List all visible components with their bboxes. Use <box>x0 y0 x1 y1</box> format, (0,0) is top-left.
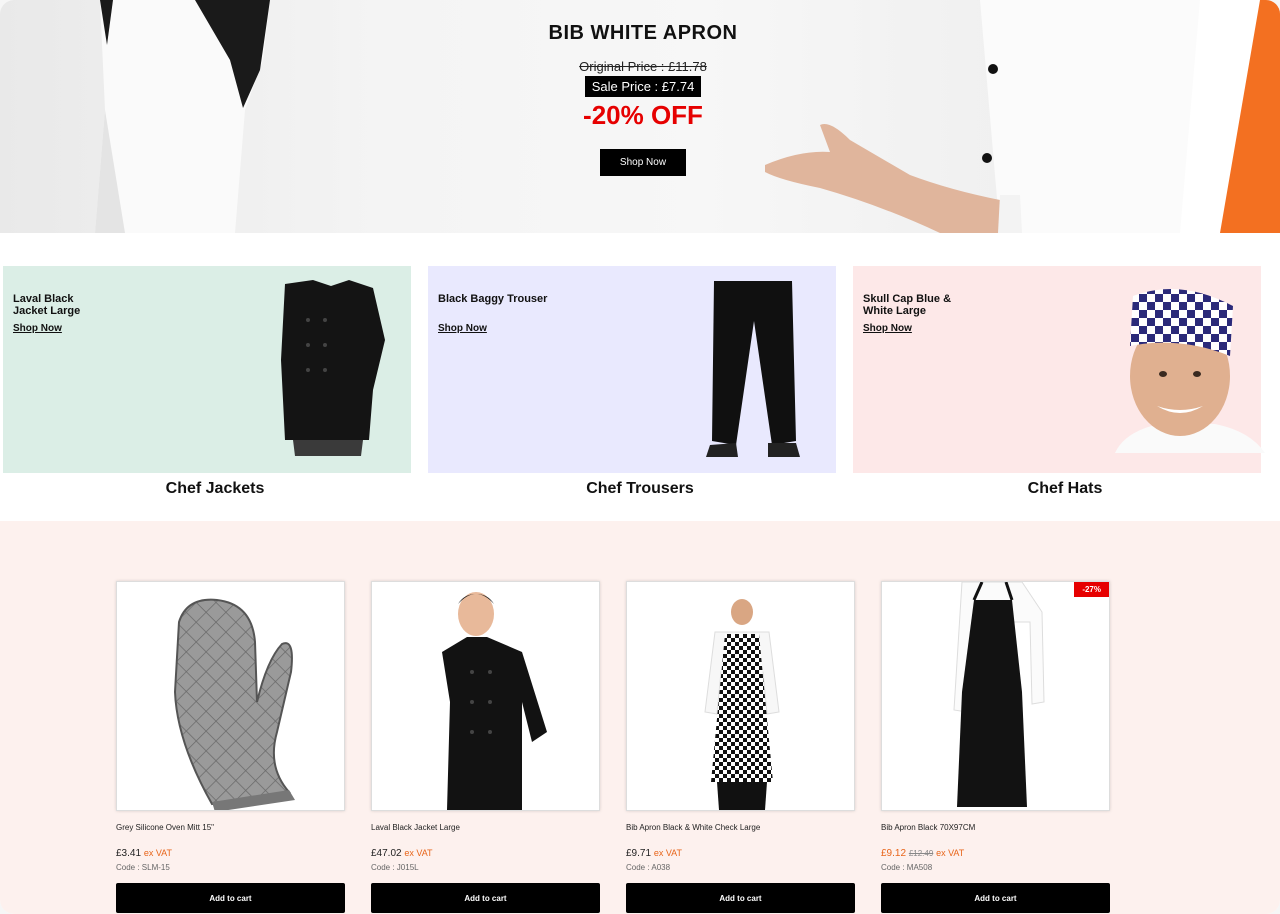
product-price: £47.02 ex VAT <box>371 848 600 859</box>
vat-label: ex VAT <box>143 848 172 858</box>
category-product-name: Skull Cap Blue & White Large <box>863 293 952 317</box>
product-image[interactable]: -27% <box>881 581 1110 811</box>
chef-hat-image <box>1115 288 1265 453</box>
hero-original-price: Original Price : £11.78 <box>579 59 707 74</box>
hero-chef-image <box>765 0 1280 233</box>
category-label-jackets[interactable]: Chef Jackets <box>11 480 419 498</box>
vat-label: ex VAT <box>404 848 433 858</box>
black-apron-model-image <box>953 582 1045 807</box>
add-to-cart-button[interactable]: Add to cart <box>116 883 345 913</box>
chef-jacket-image <box>281 280 385 456</box>
product-card: Grey Silicone Oven Mitt 15" £3.41 ex VAT… <box>116 581 345 913</box>
category-shop-now-link[interactable]: Shop Now <box>863 323 912 334</box>
oven-mitt-image <box>173 598 295 810</box>
category-shop-now-link[interactable]: Shop Now <box>13 323 62 334</box>
product-image[interactable] <box>371 581 600 811</box>
hero-content: BIB WHITE APRON Original Price : £11.78 … <box>540 22 746 176</box>
product-name[interactable]: Grey Silicone Oven Mitt 15" <box>116 823 345 832</box>
product-card: Laval Black Jacket Large £47.02 ex VAT C… <box>371 581 600 913</box>
product-code: Code : J015L <box>371 863 419 872</box>
product-card: -27% Bib Apron Black 70X97CM £9.12 £12.4… <box>881 581 1110 913</box>
product-code: Code : MA508 <box>881 863 933 872</box>
page: BIB WHITE APRON Original Price : £11.78 … <box>0 0 1280 914</box>
product-price: £3.41 ex VAT <box>116 848 345 859</box>
product-name[interactable]: Laval Black Jacket Large <box>371 823 600 832</box>
hero-sale-price: Sale Price : £7.74 <box>584 76 702 97</box>
category-shop-now-link[interactable]: Shop Now <box>438 323 487 334</box>
product-image[interactable] <box>626 581 855 811</box>
category-card-hats[interactable]: Skull Cap Blue & White Large Shop Now <box>853 266 1265 473</box>
product-name[interactable]: Bib Apron Black 70X97CM <box>881 823 1110 832</box>
add-to-cart-button[interactable]: Add to cart <box>881 883 1110 913</box>
product-name[interactable]: Bib Apron Black & White Check Large <box>626 823 855 832</box>
hero-discount: -20% OFF <box>583 100 703 130</box>
category-product-name: Black Baggy Trouser <box>438 293 548 305</box>
vat-label: ex VAT <box>653 848 682 858</box>
old-price: £12.49 <box>908 849 934 858</box>
category-label-hats[interactable]: Chef Hats <box>861 480 1269 498</box>
price-value: £3.41 <box>116 848 142 859</box>
chef-jacket-model-image <box>442 592 547 810</box>
category-product-name: Laval Black Jacket Large <box>13 293 81 317</box>
add-to-cart-button[interactable]: Add to cart <box>626 883 855 913</box>
hero-shop-now-button[interactable]: Shop Now <box>599 149 687 176</box>
price-value: £9.71 <box>626 848 652 859</box>
check-apron-model-image <box>704 599 780 810</box>
hero-title: BIB WHITE APRON <box>548 22 738 44</box>
price-value: £9.12 <box>881 848 907 859</box>
category-card-jackets[interactable]: Laval Black Jacket Large Shop Now <box>3 266 411 473</box>
product-price: £9.12 £12.49 ex VAT <box>881 848 1110 859</box>
price-value: £47.02 <box>371 848 402 859</box>
product-price: £9.71 ex VAT <box>626 848 855 859</box>
product-card: Bib Apron Black & White Check Large £9.7… <box>626 581 855 913</box>
category-label-trousers[interactable]: Chef Trousers <box>436 480 844 498</box>
product-image[interactable] <box>116 581 345 811</box>
add-to-cart-button[interactable]: Add to cart <box>371 883 600 913</box>
product-code: Code : A038 <box>626 863 671 872</box>
hero-banner: BIB WHITE APRON Original Price : £11.78 … <box>0 0 1280 233</box>
category-card-trousers[interactable]: Black Baggy Trouser Shop Now <box>428 266 836 473</box>
vat-label: ex VAT <box>936 848 965 858</box>
chef-trousers-image <box>706 281 800 457</box>
hero-apron-image <box>95 0 270 233</box>
product-code: Code : SLM-15 <box>116 863 170 872</box>
discount-badge: -27% <box>1074 582 1109 597</box>
